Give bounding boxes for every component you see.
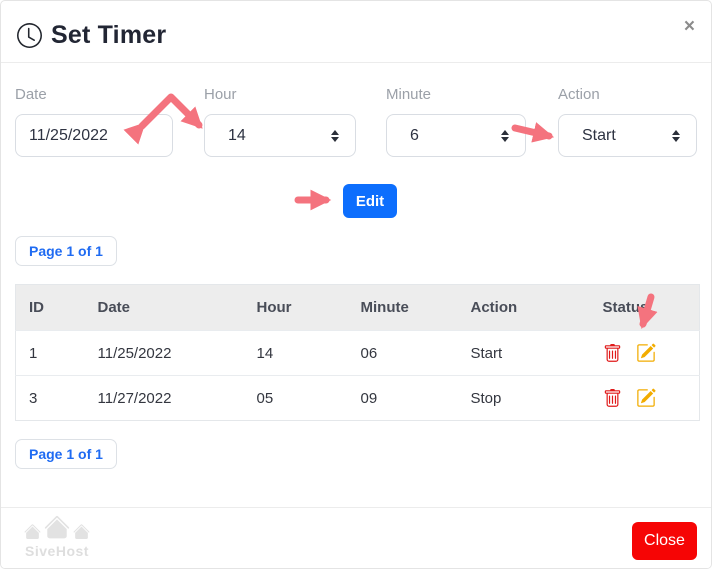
cell-id: 1 — [15, 330, 85, 376]
action-value: Start — [582, 126, 616, 144]
house-icon — [73, 523, 90, 545]
minute-value: 6 — [410, 126, 419, 144]
hour-value: 14 — [228, 126, 246, 144]
action-label: Action — [558, 86, 600, 103]
cell-action: Start — [457, 330, 590, 376]
col-status: Status — [589, 284, 700, 331]
date-value: 11/25/2022 — [29, 126, 108, 144]
edit-pencil-square-icon[interactable] — [636, 388, 656, 408]
hour-select[interactable]: 14 — [204, 114, 356, 157]
cell-hour: 05 — [243, 375, 348, 421]
caret-updown-icon — [501, 129, 509, 142]
table-header-row: ID Date Hour Minute Action Status — [15, 284, 700, 331]
date-field-group: Date 11/25/2022 — [15, 86, 173, 157]
clock-icon — [17, 23, 42, 48]
brand-name: SiveHost — [25, 543, 89, 559]
col-hour: Hour — [243, 284, 348, 331]
timers-table: ID Date Hour Minute Action Status 1 11/2… — [15, 284, 700, 421]
pagination-bottom[interactable]: Page 1 of 1 — [15, 439, 117, 469]
col-date: Date — [84, 284, 244, 331]
pagination-top[interactable]: Page 1 of 1 — [15, 236, 117, 266]
cell-minute: 06 — [347, 330, 458, 376]
trash-icon[interactable] — [603, 388, 622, 408]
col-action: Action — [457, 284, 590, 331]
house-icon — [24, 523, 41, 545]
cell-id: 3 — [15, 375, 85, 421]
cell-date: 11/25/2022 — [84, 330, 244, 376]
minute-field-group: Minute 6 — [386, 86, 526, 157]
cell-minute: 09 — [347, 375, 458, 421]
cell-hour: 14 — [243, 330, 348, 376]
caret-updown-icon — [672, 129, 680, 142]
col-minute: Minute — [347, 284, 458, 331]
cell-date: 11/27/2022 — [84, 375, 244, 421]
caret-updown-icon — [331, 129, 339, 142]
minute-label: Minute — [386, 86, 432, 103]
action-select[interactable]: Start — [558, 114, 697, 157]
sivehost-logo: SiveHost — [21, 515, 93, 559]
edit-button[interactable]: Edit — [343, 184, 397, 218]
date-input[interactable]: 11/25/2022 — [15, 114, 173, 157]
cell-action: Stop — [457, 375, 590, 421]
cell-status — [589, 375, 700, 421]
minute-select[interactable]: 6 — [386, 114, 526, 157]
col-id: ID — [15, 284, 85, 331]
date-label: Date — [15, 86, 47, 103]
dialog-footer: SiveHost Close — [1, 507, 711, 568]
house-icon — [44, 514, 70, 545]
close-button[interactable]: Close — [632, 522, 697, 560]
dialog-header: Set Timer × — [1, 1, 711, 63]
cell-status — [589, 330, 700, 376]
hour-field-group: Hour 14 — [204, 86, 356, 157]
close-icon[interactable]: × — [684, 17, 695, 36]
trash-icon[interactable] — [603, 343, 622, 363]
table-row: 1 11/25/2022 14 06 Start — [15, 330, 700, 376]
edit-pencil-square-icon[interactable] — [636, 343, 656, 363]
action-field-group: Action Start — [558, 86, 697, 157]
dialog-title: Set Timer — [51, 21, 167, 49]
set-timer-dialog: Set Timer × Date 11/25/2022 Hour 14 Minu… — [0, 0, 712, 569]
table-row: 3 11/27/2022 05 09 Stop — [15, 375, 700, 421]
hour-label: Hour — [204, 86, 237, 103]
